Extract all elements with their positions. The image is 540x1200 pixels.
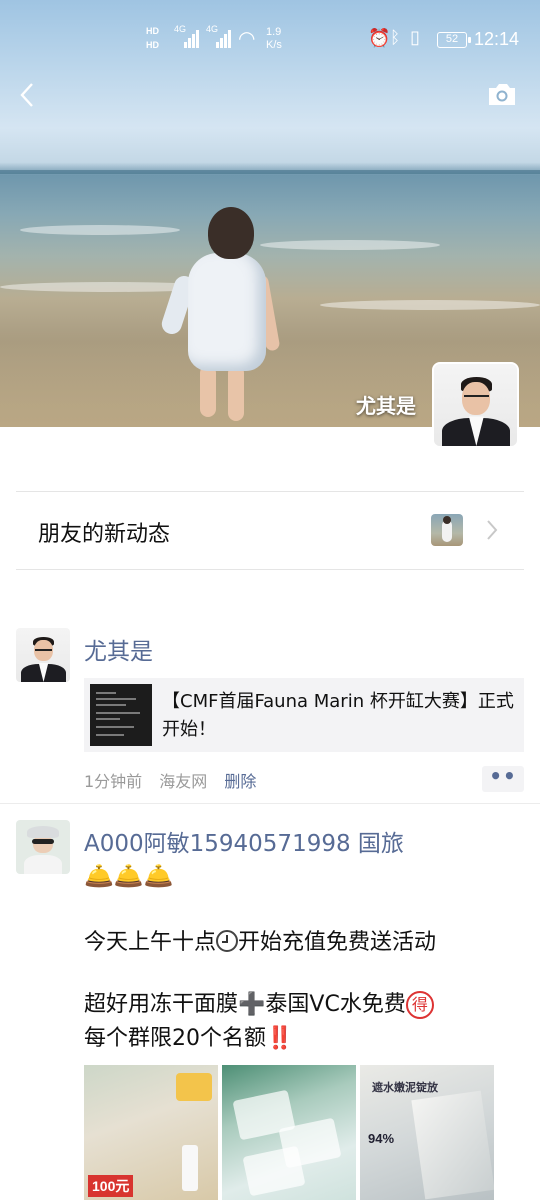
post-avatar[interactable]: [16, 628, 70, 682]
friend-updates-row[interactable]: 朋友的新动态: [0, 492, 540, 570]
link-title: 【CMF首届Fauna Marin 杯开缸大赛】正式开始！: [162, 691, 514, 740]
text-segment: 每个群限20个名额: [84, 1026, 266, 1051]
bluetooth-icon: ᛒ: [390, 28, 401, 47]
circled-de-icon: 得: [405, 991, 434, 1019]
product-bottle: [182, 1145, 198, 1191]
delete-link[interactable]: 删除: [224, 772, 256, 791]
back-button[interactable]: [14, 80, 44, 110]
post-image[interactable]: [222, 1065, 356, 1200]
text-segment: 泰国VC水免费: [265, 992, 406, 1017]
friend-updates-label: 朋友的新动态: [38, 522, 171, 547]
sea-horizon: [0, 170, 540, 174]
post-meta: 1分钟前 海友网 删除: [84, 768, 268, 792]
profile-avatar[interactable]: [432, 362, 519, 448]
chevron-left-icon: [20, 83, 33, 107]
battery-icon: 52: [437, 32, 471, 48]
image-percent: 94%: [368, 1131, 395, 1146]
text-segment: 今天上午十点: [84, 930, 217, 955]
chevron-right-icon: [487, 520, 498, 540]
post-author[interactable]: 尤其是: [84, 632, 153, 666]
battery-level: 52: [445, 33, 459, 45]
wave: [20, 225, 180, 235]
speed-unit: K/s: [266, 39, 282, 51]
divider: [0, 803, 540, 804]
child-figure: [159, 205, 281, 421]
clock-icon: [216, 930, 239, 952]
post-author[interactable]: A000阿敏15940571998 国旅: [84, 824, 404, 858]
shared-link-card[interactable]: 【CMF首届Fauna Marin 杯开缸大赛】正式开始！: [84, 678, 524, 752]
product-box: [411, 1090, 494, 1200]
text-segment: 开始充值免费送活动: [238, 930, 437, 955]
vibrate-icon: ▯: [410, 27, 420, 47]
mask-pack: [242, 1145, 306, 1197]
post-text-line: 每个群限20个名额‼️: [84, 1020, 293, 1052]
image-heading: 遮水嫩泥锭放: [372, 1081, 438, 1094]
post-avatar[interactable]: [16, 820, 70, 874]
hd-label-2: HD: [146, 40, 159, 50]
post-source[interactable]: 海友网: [159, 772, 207, 791]
double-exclamation-icon: ‼️: [266, 1026, 294, 1051]
hd-label-1: HD: [146, 26, 159, 36]
post-time: 1分钟前: [84, 772, 143, 791]
price-tag: 100元: [88, 1175, 134, 1197]
signal-icon: [216, 30, 236, 48]
post-image[interactable]: 遮水嫩泥锭放 94%: [360, 1065, 494, 1200]
bell-emoji-line: 🛎️🛎️🛎️: [84, 862, 174, 890]
plus-icon: ➕: [238, 992, 266, 1017]
post-image[interactable]: 100元: [84, 1065, 218, 1200]
camera-icon: [489, 84, 515, 105]
status-time: 12:14: [474, 29, 520, 49]
wave: [260, 240, 440, 250]
network-speed: 1.9 K/s: [266, 26, 282, 52]
divider: [16, 569, 524, 570]
alarm-icon: ⏰: [368, 28, 391, 48]
cover-user-name: 尤其是: [356, 394, 416, 418]
text-segment: 超好用冻干面膜: [84, 992, 239, 1017]
wave: [320, 300, 540, 310]
status-bar: HD HD 4G 4G ◠ 1.9 K/s ⏰ ᛒ ▯ 52 12:14: [0, 22, 540, 58]
camera-button[interactable]: [486, 80, 518, 108]
link-thumbnail: [90, 684, 152, 746]
post-text-line: 今天上午十点 开始充值免费送活动: [84, 924, 436, 956]
sticker-badge: [176, 1073, 212, 1101]
post-image-grid: 100元 遮水嫩泥锭放 94%: [84, 1065, 494, 1200]
hd-indicator: HD HD: [146, 24, 159, 52]
post-text-line: 超好用冻干面膜➕泰国VC水免费得: [84, 986, 434, 1019]
friend-avatar: [431, 514, 463, 546]
wifi-icon: ◠: [238, 28, 256, 50]
more-options-button[interactable]: ••: [482, 766, 524, 792]
speed-value: 1.9: [266, 26, 282, 38]
signal-icon: [184, 30, 204, 48]
